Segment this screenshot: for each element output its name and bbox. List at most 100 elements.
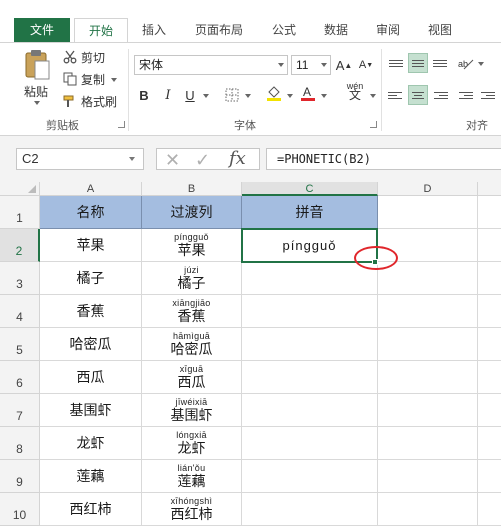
copy-dropdown-icon[interactable]	[111, 78, 118, 82]
tab-view[interactable]: 视图	[420, 18, 460, 42]
cell-c9[interactable]	[242, 460, 378, 493]
cell-a5[interactable]: 哈密瓜	[40, 328, 142, 361]
copy-button[interactable]: 复制	[62, 70, 118, 88]
grow-font-button[interactable]: A ▲	[334, 55, 354, 75]
name-box[interactable]: C2	[16, 148, 144, 170]
column-header-a[interactable]: A	[40, 182, 142, 196]
cell-d1[interactable]	[378, 196, 478, 229]
row-header-7[interactable]: 7	[0, 394, 40, 427]
align-top-button[interactable]	[386, 53, 406, 73]
cell-e9[interactable]	[478, 460, 501, 493]
cell-c3[interactable]	[242, 262, 378, 295]
borders-dropdown-icon[interactable]	[245, 94, 251, 98]
tab-file[interactable]: 文件	[14, 18, 70, 42]
cut-button[interactable]: 剪切	[62, 48, 105, 66]
cell-c4[interactable]	[242, 295, 378, 328]
cell-a1[interactable]: 名称	[40, 196, 142, 229]
font-size-select[interactable]: 11	[291, 55, 331, 75]
cell-b10[interactable]: xīhóngshì 西红柿	[142, 493, 242, 526]
shrink-font-button[interactable]: A ▼	[356, 55, 376, 75]
column-header-e[interactable]	[478, 182, 501, 196]
cell-b1[interactable]: 过渡列	[142, 196, 242, 229]
cell-e7[interactable]	[478, 394, 501, 427]
cancel-icon[interactable]: ✕	[165, 150, 180, 170]
tab-data[interactable]: 数据	[316, 18, 356, 42]
increase-indent-button[interactable]	[478, 85, 498, 105]
cell-b5[interactable]: hāmìguā 哈密瓜	[142, 328, 242, 361]
cell-e6[interactable]	[478, 361, 501, 394]
row-header-6[interactable]: 6	[0, 361, 40, 394]
cell-e8[interactable]	[478, 427, 501, 460]
decrease-indent-button[interactable]	[456, 85, 476, 105]
cell-e2[interactable]	[478, 229, 501, 262]
cell-d10[interactable]	[378, 493, 478, 526]
format-painter-button[interactable]: 格式刷	[62, 92, 117, 110]
font-launcher-icon[interactable]	[370, 121, 377, 128]
cell-b3[interactable]: júzi 橘子	[142, 262, 242, 295]
cell-b6[interactable]: xīguā 西瓜	[142, 361, 242, 394]
italic-button[interactable]: I	[158, 85, 178, 105]
tab-review[interactable]: 审阅	[368, 18, 408, 42]
cell-e3[interactable]	[478, 262, 501, 295]
orientation-dropdown-icon[interactable]	[478, 62, 484, 66]
cell-a7[interactable]: 基围虾	[40, 394, 142, 427]
underline-button[interactable]: U	[180, 85, 200, 105]
cell-c1[interactable]: 拼音	[242, 196, 378, 229]
column-header-b[interactable]: B	[142, 182, 242, 196]
cell-e1[interactable]	[478, 196, 501, 229]
cell-d7[interactable]	[378, 394, 478, 427]
cell-e5[interactable]	[478, 328, 501, 361]
cell-c8[interactable]	[242, 427, 378, 460]
paste-icon[interactable]	[24, 49, 52, 81]
font-color-dropdown-icon[interactable]	[321, 94, 327, 98]
tab-page-layout[interactable]: 页面布局	[186, 18, 252, 42]
clipboard-launcher-icon[interactable]	[118, 121, 125, 128]
insert-function-icon[interactable]: fx	[229, 149, 246, 169]
cell-a9[interactable]: 莲藕	[40, 460, 142, 493]
cell-c10[interactable]	[242, 493, 378, 526]
cell-b7[interactable]: jīwéixiā 基围虾	[142, 394, 242, 427]
orientation-button[interactable]: ab	[456, 53, 476, 73]
cell-a8[interactable]: 龙虾	[40, 427, 142, 460]
align-left-button[interactable]	[386, 85, 406, 105]
cell-a3[interactable]: 橘子	[40, 262, 142, 295]
cell-b4[interactable]: xiāngjiāo 香蕉	[142, 295, 242, 328]
align-middle-button[interactable]	[408, 53, 428, 73]
row-header-2[interactable]: 2	[0, 229, 40, 262]
align-bottom-button[interactable]	[430, 53, 450, 73]
formula-input[interactable]: =PHONETIC(B2)	[266, 148, 501, 170]
row-header-4[interactable]: 4	[0, 295, 40, 328]
cell-e10[interactable]	[478, 493, 501, 526]
fill-color-button[interactable]	[264, 83, 284, 103]
cell-a4[interactable]: 香蕉	[40, 295, 142, 328]
cell-e4[interactable]	[478, 295, 501, 328]
phonetic-dropdown-icon[interactable]	[370, 94, 376, 98]
cell-d5[interactable]	[378, 328, 478, 361]
cell-b8[interactable]: lóngxiā 龙虾	[142, 427, 242, 460]
cell-d8[interactable]	[378, 427, 478, 460]
cell-a10[interactable]: 西红柿	[40, 493, 142, 526]
row-header-9[interactable]: 9	[0, 460, 40, 493]
cell-b9[interactable]: lián'ǒu 莲藕	[142, 460, 242, 493]
bold-button[interactable]: B	[134, 85, 154, 105]
align-right-button[interactable]	[430, 85, 450, 105]
font-color-button[interactable]: A	[298, 83, 318, 103]
underline-dropdown-icon[interactable]	[203, 94, 209, 98]
row-header-5[interactable]: 5	[0, 328, 40, 361]
row-header-3[interactable]: 3	[0, 262, 40, 295]
enter-icon[interactable]: ✓	[195, 150, 210, 170]
align-center-button[interactable]	[408, 85, 428, 105]
cell-d3[interactable]	[378, 262, 478, 295]
select-all-button[interactable]	[0, 182, 40, 196]
column-header-d[interactable]: D	[378, 182, 478, 196]
row-header-10[interactable]: 10	[0, 493, 40, 526]
tab-insert[interactable]: 插入	[134, 18, 174, 42]
tab-home[interactable]: 开始	[74, 18, 128, 44]
cell-d6[interactable]	[378, 361, 478, 394]
column-header-c[interactable]: C	[242, 182, 378, 196]
paste-dropdown-icon[interactable]	[34, 101, 40, 105]
cell-c5[interactable]	[242, 328, 378, 361]
cell-a6[interactable]: 西瓜	[40, 361, 142, 394]
borders-button[interactable]	[222, 85, 242, 105]
cell-c7[interactable]	[242, 394, 378, 427]
